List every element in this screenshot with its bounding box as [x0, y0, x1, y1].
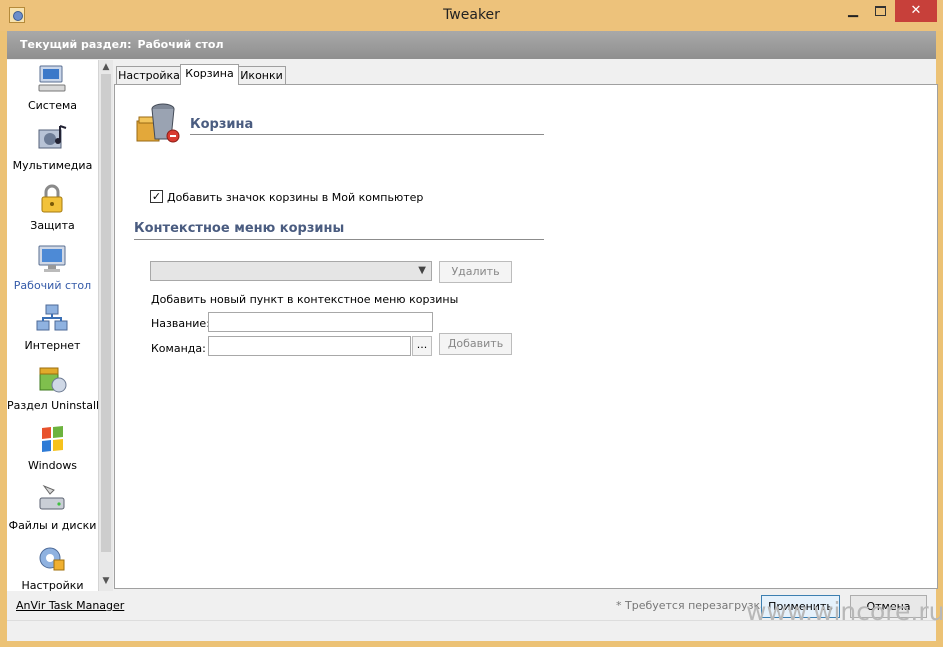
- anvir-task-manager-link[interactable]: AnVir Task Manager: [16, 599, 124, 612]
- sidebar: Система Мультимедиа Защита Рабочий стол …: [7, 60, 98, 591]
- app-window: Tweaker ▁ ✕ Текущий раздел: Рабочий стол …: [0, 0, 943, 647]
- sidebar-item-files-drives[interactable]: Файлы и диски: [7, 480, 98, 540]
- browse-button[interactable]: ...: [412, 336, 432, 356]
- minimize-button[interactable]: ▁: [840, 0, 866, 22]
- delete-button[interactable]: Удалить: [439, 261, 512, 283]
- tab-settings[interactable]: Настройка: [116, 66, 182, 84]
- maximize-button[interactable]: [867, 0, 893, 22]
- computer-icon: [38, 65, 66, 92]
- sidebar-item-desktop[interactable]: Рабочий стол: [7, 240, 98, 300]
- lock-icon: [41, 184, 63, 213]
- sidebar-item-security[interactable]: Защита: [7, 180, 98, 240]
- name-input[interactable]: [208, 312, 433, 332]
- multimedia-icon: [38, 125, 67, 149]
- sidebar-item-label: Защита: [30, 219, 75, 232]
- scrollbar-thumb[interactable]: [101, 74, 111, 552]
- restart-required-note: * Требуется перезагрузка: [616, 599, 767, 612]
- sidebar-item-system[interactable]: Система: [7, 60, 98, 120]
- scroll-up-icon[interactable]: ▲: [99, 62, 113, 72]
- tab-icons[interactable]: Иконки: [237, 66, 286, 84]
- sidebar-item-label: Интернет: [24, 339, 81, 352]
- recycle-bin-icon: [136, 103, 180, 143]
- sidebar-item-label: Настройки: [21, 579, 84, 591]
- context-menu-title: Контекстное меню корзины: [134, 221, 345, 236]
- context-menu-select[interactable]: ▼: [150, 261, 432, 281]
- sidebar-item-settings[interactable]: Настройки: [7, 540, 98, 591]
- title-bar[interactable]: Tweaker ▁ ✕: [0, 0, 943, 31]
- network-icon: [36, 304, 68, 331]
- add-recycle-bin-label[interactable]: Добавить значок корзины в Мой компьютер: [167, 191, 423, 204]
- sidebar-item-internet[interactable]: Интернет: [7, 300, 98, 360]
- settings-icon: [39, 547, 65, 571]
- close-button[interactable]: ✕: [895, 0, 937, 22]
- sidebar-item-label: Система: [27, 99, 78, 112]
- recycle-bin-panel: Корзина ✓ Добавить значок корзины в Мой …: [114, 84, 938, 589]
- name-label: Название:: [151, 317, 210, 330]
- drive-icon: [39, 484, 65, 510]
- add-item-hint: Добавить новый пункт в контекстное меню …: [151, 293, 459, 306]
- desktop-icon: [38, 245, 66, 272]
- section-header: Текущий раздел: Рабочий стол: [7, 31, 936, 59]
- sidebar-scrollbar[interactable]: ▲ ▼: [98, 60, 113, 591]
- windows-flag-icon: [42, 426, 63, 452]
- sidebar-item-uninstall[interactable]: Раздел Uninstall: [7, 360, 98, 420]
- scroll-down-icon[interactable]: ▼: [99, 576, 113, 586]
- sidebar-item-label: Windows: [27, 459, 78, 472]
- sidebar-item-multimedia[interactable]: Мультимедиа: [7, 120, 98, 180]
- sidebar-item-label: Файлы и диски: [8, 519, 97, 532]
- tab-recycle-bin[interactable]: Корзина: [180, 64, 239, 85]
- section-header-name: Рабочий стол: [137, 38, 224, 51]
- recycle-bin-title: Корзина: [190, 117, 254, 132]
- sidebar-item-windows[interactable]: Windows: [7, 420, 98, 480]
- command-input[interactable]: [208, 336, 411, 356]
- add-button[interactable]: Добавить: [439, 333, 512, 355]
- client-area: Текущий раздел:Рабочий стол Система Мул: [7, 31, 938, 641]
- window-title: Tweaker: [443, 7, 500, 23]
- sidebar-item-label: Раздел Uninstall: [7, 399, 98, 412]
- sidebar-item-label: Мультимедиа: [12, 159, 93, 172]
- sidebar-item-label: Рабочий стол: [13, 279, 92, 292]
- uninstall-icon: [39, 367, 67, 393]
- chevron-down-icon: ▼: [418, 265, 426, 276]
- command-label: Команда:: [151, 342, 206, 355]
- section-header-prefix: Текущий раздел:: [20, 38, 132, 51]
- divider: [134, 239, 544, 241]
- watermark: www.wincore.ru: [746, 597, 943, 626]
- maximize-icon: [874, 5, 886, 16]
- divider: [190, 134, 544, 136]
- add-recycle-bin-checkbox[interactable]: ✓: [150, 190, 163, 203]
